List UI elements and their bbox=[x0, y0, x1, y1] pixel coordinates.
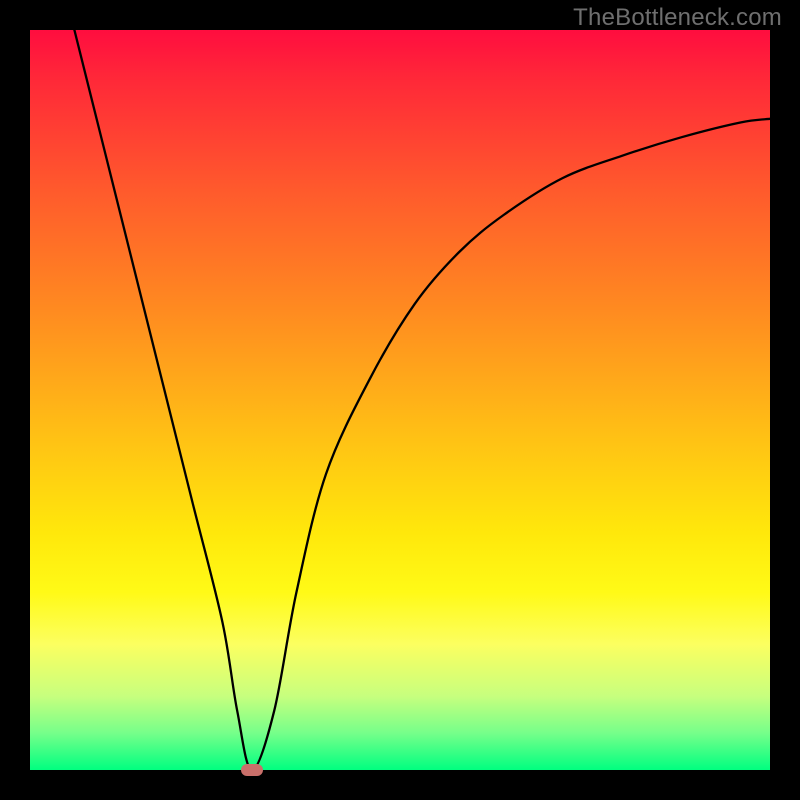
optimal-point-marker bbox=[241, 764, 263, 776]
bottleneck-curve bbox=[30, 30, 770, 770]
chart-frame: TheBottleneck.com bbox=[0, 0, 800, 800]
watermark-text: TheBottleneck.com bbox=[573, 4, 782, 32]
plot-area bbox=[30, 30, 770, 770]
